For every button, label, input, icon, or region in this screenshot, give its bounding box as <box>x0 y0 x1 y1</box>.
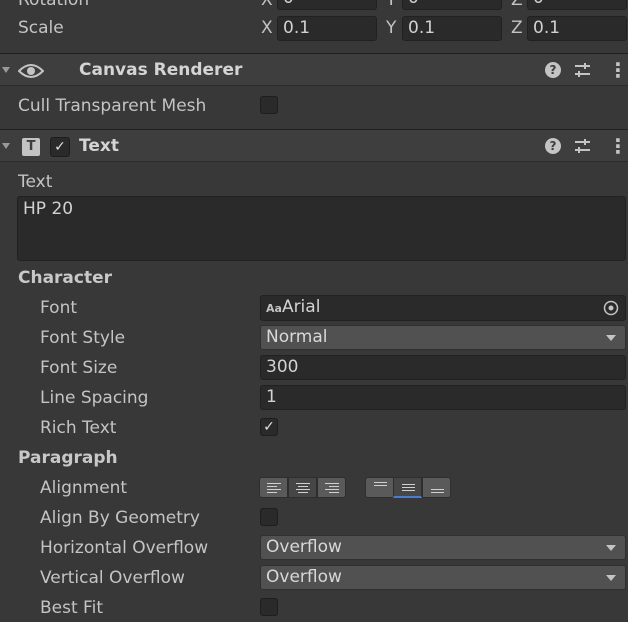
help-icon[interactable]: ? <box>545 62 561 78</box>
text-component-title: Text <box>79 136 119 156</box>
scale-y-field[interactable]: 0.1 <box>402 16 502 41</box>
rotation-z-label[interactable]: Z <box>511 0 523 10</box>
line-spacing-label: Line Spacing <box>40 388 149 408</box>
rich-text-checkbox[interactable]: ✓ <box>260 418 278 436</box>
align-bottom-button[interactable] <box>422 477 451 498</box>
vertical-overflow-value: Overflow <box>266 567 342 587</box>
font-label: Font <box>40 298 78 318</box>
font-size-label: Font Size <box>40 358 118 378</box>
dropdown-arrow-icon <box>606 545 616 551</box>
rich-text-label: Rich Text <box>40 418 117 438</box>
align-right-button[interactable] <box>317 477 346 498</box>
presets-icon[interactable] <box>574 138 591 154</box>
rotation-label: Rotation <box>18 0 90 10</box>
more-icon[interactable]: ⋮ <box>608 58 628 82</box>
object-picker-icon[interactable] <box>603 300 619 316</box>
dropdown-arrow-icon <box>606 335 616 341</box>
align-top-button[interactable] <box>365 477 394 498</box>
horizontal-overflow-dropdown[interactable]: Overflow <box>260 535 626 560</box>
cull-transparent-mesh-checkbox[interactable] <box>260 96 278 114</box>
align-left-button[interactable] <box>259 477 288 498</box>
scale-z-field[interactable]: 0.1 <box>527 16 627 41</box>
eye-icon <box>18 64 44 78</box>
rotation-y-label[interactable]: Y <box>386 0 396 10</box>
best-fit-label: Best Fit <box>40 598 103 618</box>
rotation-x-label[interactable]: X <box>261 0 273 10</box>
paragraph-heading: Paragraph <box>18 448 118 468</box>
horizontal-overflow-label: Horizontal Overflow <box>40 538 209 558</box>
character-heading: Character <box>18 268 113 288</box>
foldout-arrow-icon[interactable] <box>2 67 10 73</box>
font-field[interactable]: AaArial <box>260 295 626 321</box>
scale-x-label[interactable]: X <box>261 18 273 38</box>
canvas-renderer-title: Canvas Renderer <box>79 60 243 80</box>
presets-icon[interactable] <box>574 62 591 78</box>
text-component-header[interactable]: T ✓ Text ? ⋮ <box>0 129 628 162</box>
component-enabled-checkbox[interactable]: ✓ <box>50 137 70 157</box>
font-style-dropdown[interactable]: Normal <box>260 325 626 350</box>
text-component-icon: T <box>22 138 40 156</box>
text-label: Text <box>18 172 53 192</box>
help-icon[interactable]: ? <box>545 138 561 154</box>
align-by-geometry-checkbox[interactable] <box>260 508 278 526</box>
align-center-button[interactable] <box>288 477 317 498</box>
scale-x-field[interactable]: 0.1 <box>277 16 377 41</box>
align-by-geometry-label: Align By Geometry <box>40 508 200 528</box>
scale-z-label[interactable]: Z <box>511 18 523 38</box>
rotation-y-field[interactable]: 0 <box>402 0 502 10</box>
best-fit-checkbox[interactable] <box>260 598 278 616</box>
font-size-field[interactable]: 300 <box>260 355 626 380</box>
canvas-renderer-header[interactable]: Canvas Renderer ? ⋮ <box>0 53 628 86</box>
foldout-arrow-icon[interactable] <box>2 143 10 149</box>
alignment-label: Alignment <box>40 478 128 498</box>
scale-label: Scale <box>18 18 64 38</box>
font-value: Arial <box>281 297 321 317</box>
rotation-z-field[interactable]: 0 <box>527 0 627 10</box>
dropdown-arrow-icon <box>606 575 616 581</box>
rotation-x-field[interactable]: 0 <box>277 0 377 10</box>
vertical-overflow-label: Vertical Overflow <box>40 568 185 588</box>
vertical-overflow-dropdown[interactable]: Overflow <box>260 565 626 590</box>
font-style-label: Font Style <box>40 328 126 348</box>
more-icon[interactable]: ⋮ <box>608 134 628 158</box>
align-middle-button[interactable] <box>393 477 422 498</box>
line-spacing-field[interactable]: 1 <box>260 385 626 410</box>
scale-y-label[interactable]: Y <box>386 18 396 38</box>
text-area[interactable]: HP 20 <box>17 196 626 261</box>
font-asset-icon: Aa <box>266 302 282 315</box>
cull-transparent-mesh-label: Cull Transparent Mesh <box>18 96 207 116</box>
font-style-value: Normal <box>266 327 328 347</box>
horizontal-overflow-value: Overflow <box>266 537 342 557</box>
